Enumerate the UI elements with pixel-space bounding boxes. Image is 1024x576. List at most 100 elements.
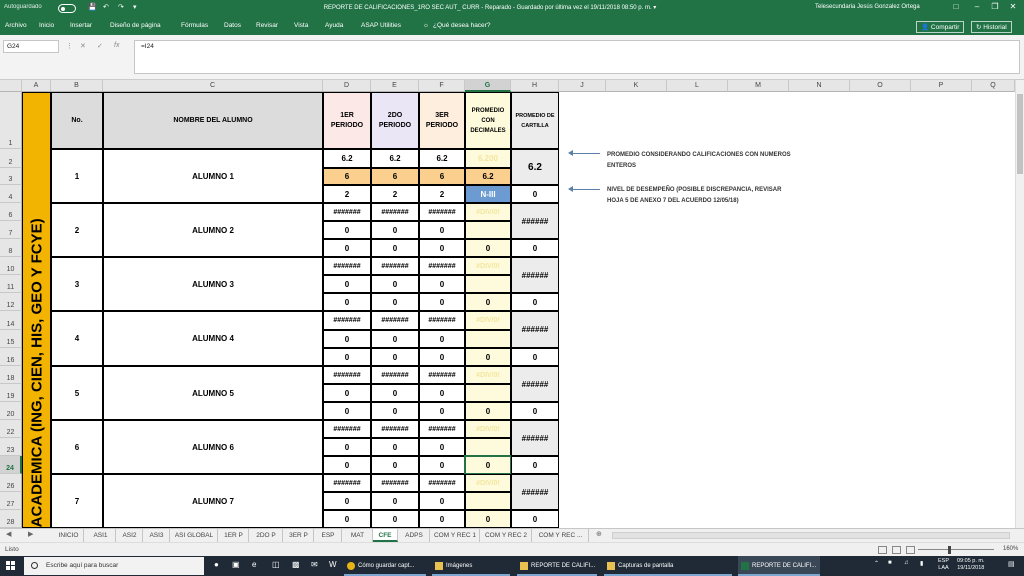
prom-cartilla-cell[interactable]: ###### bbox=[511, 311, 559, 348]
grade-cell[interactable]: 6.2 bbox=[371, 149, 419, 168]
spreadsheet-grid[interactable]: A B C D E F G H J K L M N O P Q 1 2 3 4 6 7 8 10 11 12 14 15 16 18 19 2… bbox=[0, 80, 1024, 528]
sheet-tab-com-y-rec-1[interactable]: COM Y REC 1 bbox=[431, 529, 480, 542]
grade-cell[interactable]: ####### bbox=[323, 311, 371, 330]
formula-input[interactable]: =I24 bbox=[134, 40, 1020, 74]
sheet-tab-asi1[interactable]: ASI1 bbox=[86, 529, 116, 542]
row-header-2[interactable]: 2 bbox=[0, 149, 22, 168]
column-header-h[interactable]: H bbox=[511, 80, 559, 92]
taskbar-app-report-pdf[interactable]: REPORTE DE CALIFI... bbox=[517, 556, 597, 576]
menu-ayuda[interactable]: Ayuda bbox=[325, 22, 343, 29]
taskbar-app-excel[interactable]: REPORTE DE CALIFI... bbox=[738, 556, 820, 576]
grade-cell[interactable]: 0 bbox=[323, 221, 371, 239]
prom-decimal-cell[interactable]: 6.200 bbox=[465, 149, 511, 168]
sheet-tab-asi-global[interactable]: ASI GLOBAL bbox=[171, 529, 218, 542]
grade-cell[interactable]: 0 bbox=[323, 456, 371, 474]
network-icon[interactable]: ■ bbox=[888, 560, 892, 566]
grade-cell[interactable]: 0 bbox=[371, 348, 419, 366]
menu-formulas[interactable]: Fórmulas bbox=[181, 22, 208, 29]
user-name[interactable]: Telesecundaria Jesús Gonzalez Ortega bbox=[815, 4, 920, 10]
mail-icon[interactable]: ✉ bbox=[311, 560, 318, 569]
grade-cell[interactable]: ####### bbox=[371, 203, 419, 221]
row-header-18[interactable]: 18 bbox=[0, 366, 22, 384]
sheet-tab-2do-p[interactable]: 2DO P bbox=[250, 529, 283, 542]
column-header-f[interactable]: F bbox=[419, 80, 465, 92]
name-box[interactable]: G24 bbox=[3, 40, 59, 53]
prom-cartilla-level[interactable]: 0 bbox=[511, 402, 559, 420]
performance-level-cell[interactable]: N-III bbox=[465, 185, 511, 203]
save-icon[interactable]: 💾 bbox=[88, 3, 97, 11]
explorer-icon[interactable]: ◫ bbox=[272, 560, 280, 569]
row-header-15[interactable]: 15 bbox=[0, 330, 22, 348]
enter-icon[interactable]: ✓ bbox=[97, 42, 103, 50]
prom-decimal-cell[interactable]: #DIV/0! bbox=[465, 366, 511, 384]
prom-decimal-cell[interactable]: 0 bbox=[465, 239, 511, 257]
column-header-a[interactable]: A bbox=[22, 80, 51, 92]
prom-decimal-cell[interactable] bbox=[465, 438, 511, 456]
prom-decimal-cell[interactable]: #DIV/0! bbox=[465, 203, 511, 221]
prom-cartilla-cell[interactable]: ###### bbox=[511, 203, 559, 239]
prom-cartilla-level[interactable]: 0 bbox=[511, 348, 559, 366]
grade-cell[interactable]: ####### bbox=[371, 257, 419, 275]
menu-datos[interactable]: Datos bbox=[224, 22, 241, 29]
microphone-icon[interactable]: ● bbox=[214, 560, 219, 569]
grade-cell[interactable]: 0 bbox=[419, 221, 465, 239]
tray-chevron-icon[interactable]: ⌃ bbox=[874, 560, 879, 567]
row-header-7[interactable]: 7 bbox=[0, 221, 22, 239]
prom-cartilla-cell[interactable]: 6.2 bbox=[511, 149, 559, 185]
zoom-slider[interactable] bbox=[918, 549, 994, 550]
edge-icon[interactable]: e bbox=[252, 560, 256, 569]
menu-revisar[interactable]: Revisar bbox=[256, 22, 278, 29]
grade-cell[interactable]: 0 bbox=[323, 438, 371, 456]
menu-inicio[interactable]: Inicio bbox=[39, 22, 54, 29]
row-header-4[interactable]: 4 bbox=[0, 185, 22, 203]
column-header-p[interactable]: P bbox=[911, 80, 972, 92]
grade-cell[interactable]: 0 bbox=[323, 239, 371, 257]
grade-cell[interactable]: 0 bbox=[323, 492, 371, 510]
prom-decimal-cell[interactable]: #DIV/0! bbox=[465, 474, 511, 492]
rounded-grade-cell[interactable]: 6.2 bbox=[465, 168, 511, 185]
grade-cell[interactable]: ####### bbox=[371, 474, 419, 492]
row-header-22[interactable]: 22 bbox=[0, 420, 22, 438]
grade-cell[interactable]: 0 bbox=[323, 330, 371, 348]
grade-cell[interactable]: 0 bbox=[419, 456, 465, 474]
grade-cell[interactable]: ####### bbox=[419, 420, 465, 438]
row-header-23[interactable]: 23 bbox=[0, 438, 22, 456]
grade-cell[interactable]: 0 bbox=[371, 384, 419, 402]
column-header-g[interactable]: G bbox=[465, 80, 511, 92]
row-header-26[interactable]: 26 bbox=[0, 474, 22, 492]
normal-view-icon[interactable] bbox=[878, 546, 887, 554]
prom-cartilla-cell[interactable]: ###### bbox=[511, 257, 559, 293]
row-header-28[interactable]: 28 bbox=[0, 510, 22, 528]
grade-cell[interactable]: 0 bbox=[371, 221, 419, 239]
rounded-grade-cell[interactable]: 6 bbox=[419, 168, 465, 185]
input-language[interactable]: ESP LAA bbox=[938, 558, 949, 572]
sheet-tab-com-y-rec-2[interactable]: COM Y REC 2 bbox=[481, 529, 532, 542]
cancel-icon[interactable]: ✕ bbox=[80, 42, 86, 50]
prom-cartilla-level[interactable]: 0 bbox=[511, 456, 559, 474]
menu-diseno-pagina[interactable]: Diseño de página bbox=[110, 22, 161, 29]
header-prom-cartilla[interactable]: PROMEDIO DE CARTILLA bbox=[511, 92, 559, 149]
header-no[interactable]: No. bbox=[51, 92, 103, 149]
grade-cell[interactable]: ####### bbox=[419, 474, 465, 492]
zoom-level[interactable]: 160% bbox=[1003, 546, 1018, 552]
tell-me-search[interactable]: ¿Qué desea hacer? bbox=[433, 22, 490, 29]
prom-decimal-cell[interactable]: #DIV/0! bbox=[465, 420, 511, 438]
sheet-tab-asi2[interactable]: ASI2 bbox=[117, 529, 143, 542]
row-header-8[interactable]: 8 bbox=[0, 239, 22, 257]
tab-next-icon[interactable]: ▶ bbox=[28, 530, 33, 538]
column-header-l[interactable]: L bbox=[667, 80, 728, 92]
grade-cell[interactable]: 0 bbox=[323, 275, 371, 293]
grade-cell[interactable]: 0 bbox=[419, 510, 465, 528]
add-sheet-icon[interactable]: ⊕ bbox=[596, 530, 602, 538]
grade-cell[interactable]: 0 bbox=[419, 402, 465, 420]
tab-prev-icon[interactable]: ◀ bbox=[6, 530, 11, 538]
rounded-grade-cell[interactable]: 6 bbox=[323, 168, 371, 185]
row-header-11[interactable]: 11 bbox=[0, 275, 22, 293]
grade-cell[interactable]: 0 bbox=[419, 492, 465, 510]
prom-decimal-cell[interactable] bbox=[465, 221, 511, 239]
page-break-icon[interactable] bbox=[906, 546, 915, 554]
store-icon[interactable]: ▩ bbox=[292, 560, 300, 569]
grade-cell[interactable]: 0 bbox=[323, 293, 371, 311]
sheet-tab-3er-p[interactable]: 3ER P bbox=[284, 529, 314, 542]
grade-cell[interactable]: ####### bbox=[323, 203, 371, 221]
